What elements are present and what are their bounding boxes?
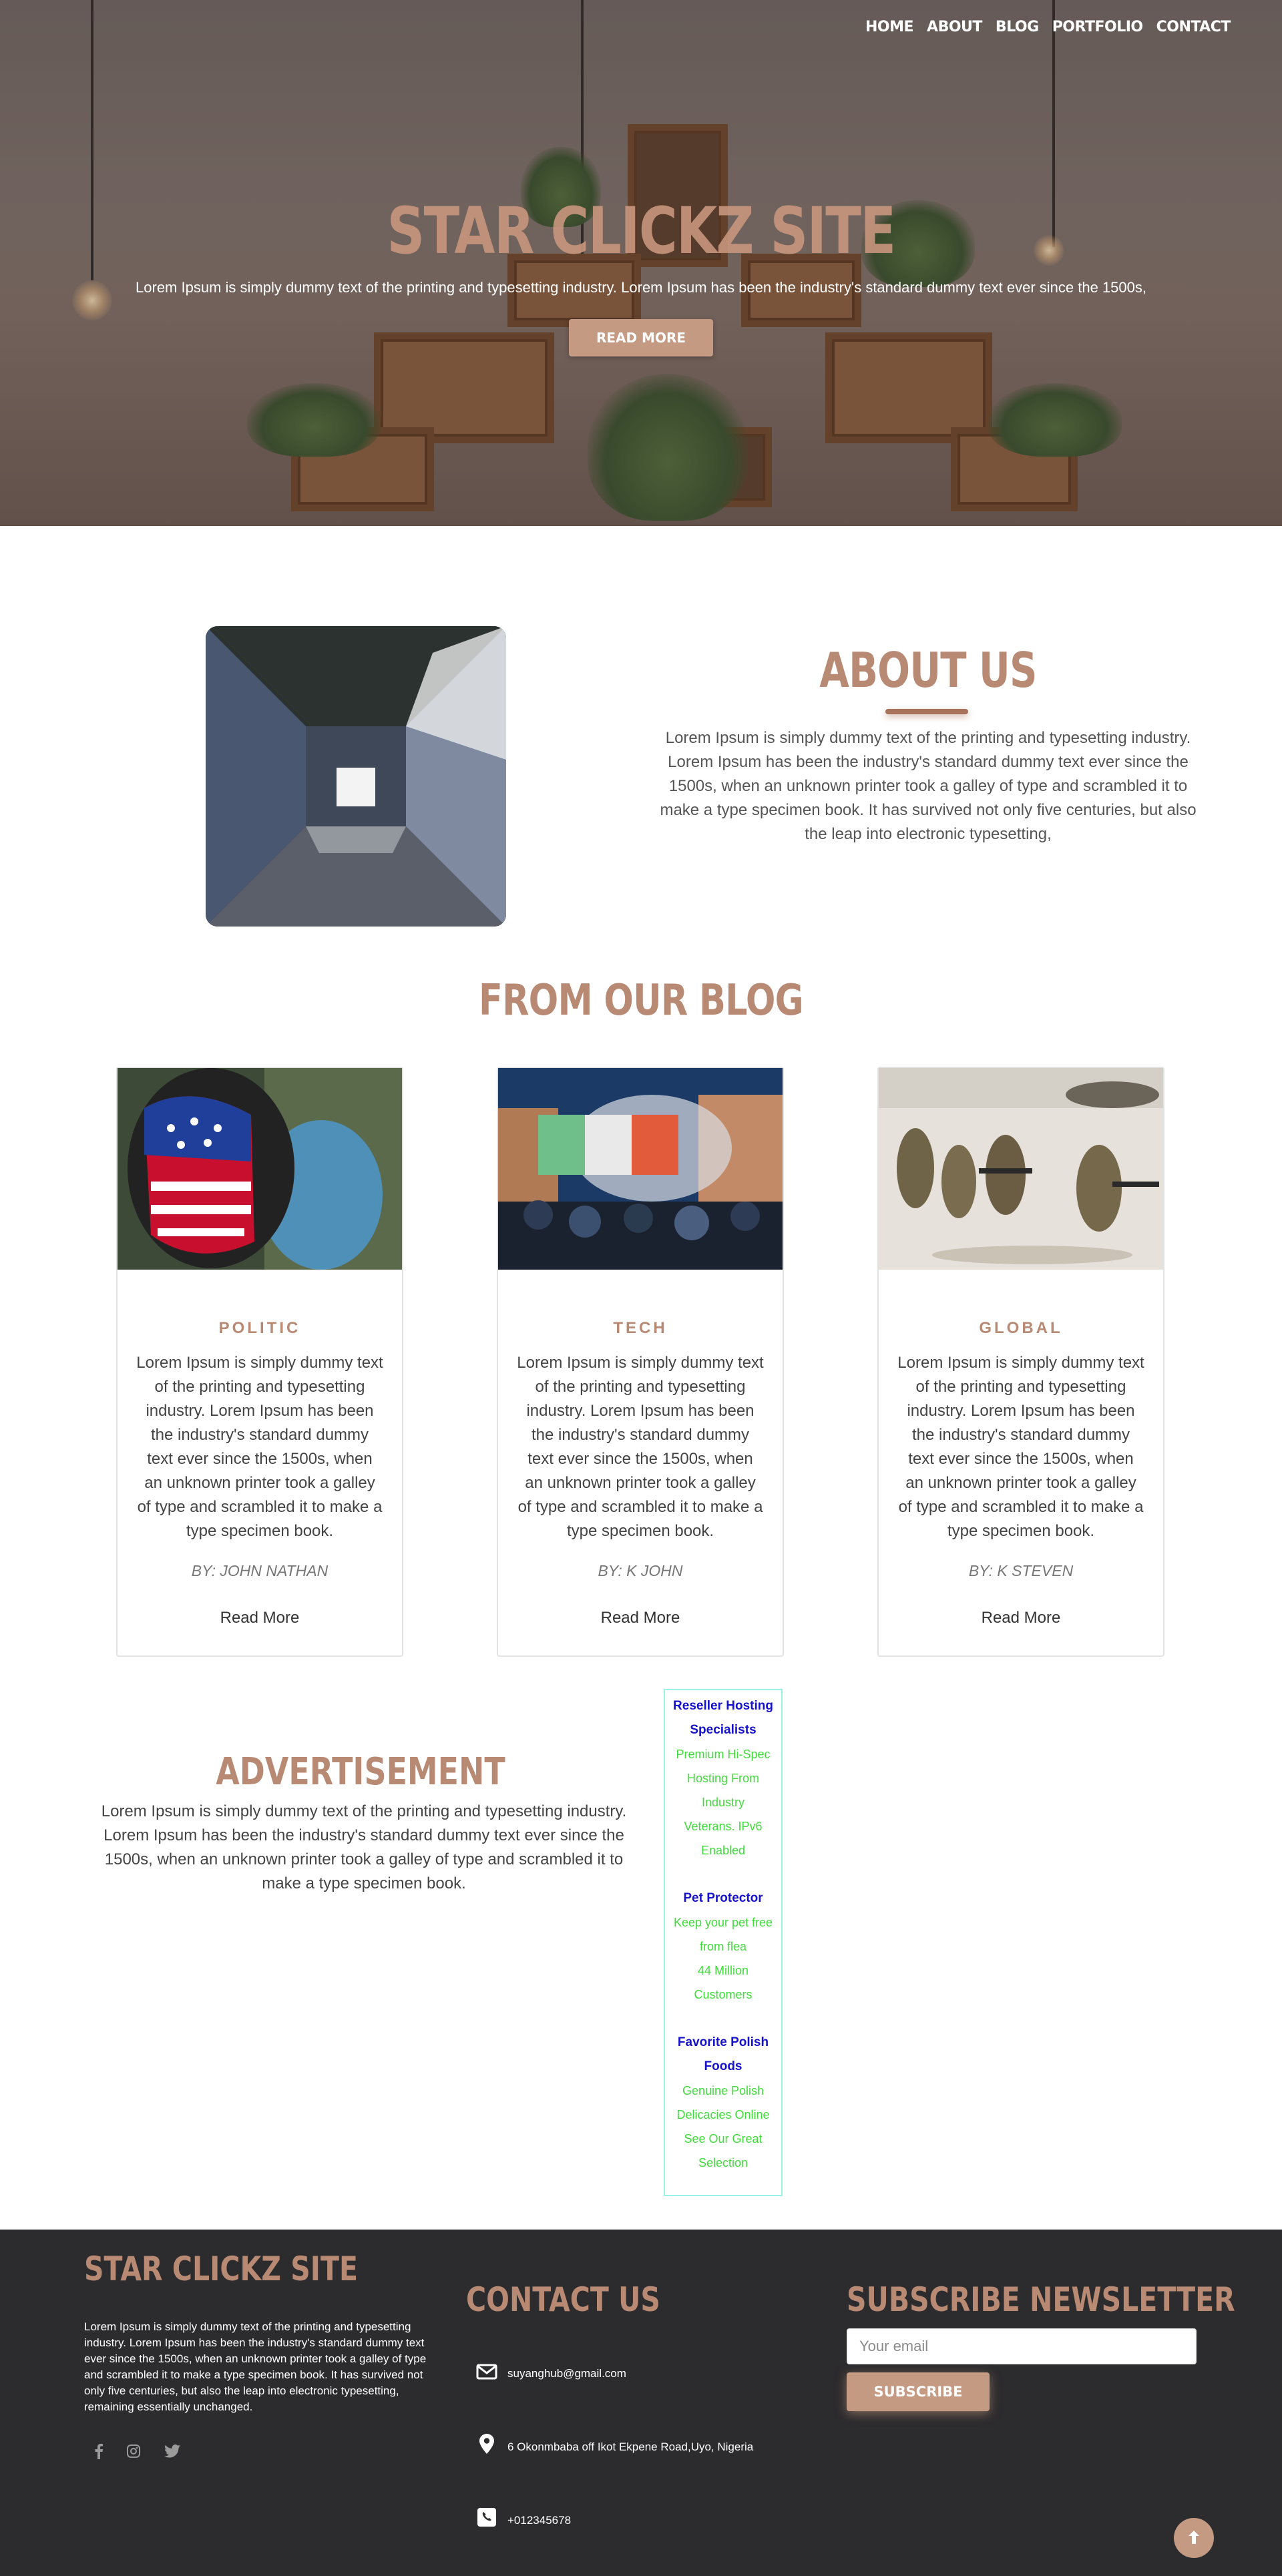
arrow-up-icon: [1187, 2529, 1201, 2547]
instagram-icon[interactable]: [124, 2442, 143, 2461]
ad-line: Veterans. IPv6: [684, 1820, 763, 1833]
footer-site-title: STAR CLICKZ SITE: [84, 2250, 358, 2288]
nav-contact[interactable]: CONTACT: [1156, 19, 1231, 35]
contact-phone: +012345678: [507, 2514, 572, 2527]
nav-home[interactable]: HOME: [865, 19, 914, 35]
blog-author: BY: K JOHN: [598, 1562, 683, 1579]
blog-category: POLITIC: [218, 1319, 301, 1337]
nav-portfolio[interactable]: PORTFOLIO: [1052, 19, 1143, 35]
ad-unit: Pet Protector Keep your pet free from fl…: [665, 1886, 781, 2007]
ad-link[interactable]: Favorite Polish: [665, 2031, 781, 2055]
ad-line: Keep your pet free: [673, 1916, 773, 1929]
blog-image-politic: [118, 1068, 402, 1270]
read-more-link[interactable]: Read More: [118, 1609, 402, 1627]
ad-line: 44 Million: [697, 1964, 749, 1977]
contact-email: suyanghub@gmail.com: [507, 2367, 626, 2380]
ad-link[interactable]: Pet Protector: [665, 1886, 781, 1910]
about-image: [206, 626, 506, 927]
footer-about-text: Lorem Ipsum is simply dummy text of the …: [84, 2320, 427, 2413]
phone-icon: [475, 2506, 498, 2529]
blog-category: GLOBAL: [979, 1319, 1063, 1337]
blog-excerpt: Lorem Ipsum is simply dummy text of the …: [897, 1354, 1144, 1540]
ad-link[interactable]: Specialists: [665, 1718, 781, 1742]
blog-author: BY: K STEVEN: [968, 1562, 1074, 1579]
nav-about[interactable]: ABOUT: [927, 19, 982, 35]
about-text: Lorem Ipsum is simply dummy text of the …: [660, 729, 1197, 843]
scroll-to-top-button[interactable]: [1174, 2518, 1214, 2558]
hero-subtitle: Lorem Ipsum is simply dummy text of the …: [136, 279, 1146, 296]
ad-line: Selection: [698, 2156, 749, 2169]
blog-image-tech: [498, 1068, 783, 1270]
twitter-icon[interactable]: [163, 2442, 182, 2461]
ad-line: from flea: [699, 1940, 747, 1953]
newsletter-title: SUBSCRIBE NEWSLETTER: [847, 2280, 1235, 2319]
blog-excerpt: Lorem Ipsum is simply dummy text of the …: [136, 1354, 383, 1540]
ad-line: Delicacies Online: [676, 2108, 770, 2121]
contact-title: CONTACT US: [466, 2280, 660, 2319]
about-underline: [885, 709, 968, 714]
ad-unit: Reseller Hosting Specialists Premium Hi-…: [665, 1694, 781, 1862]
location-pin-icon: [475, 2432, 498, 2455]
read-more-link[interactable]: Read More: [498, 1609, 783, 1627]
newsletter-email-input[interactable]: [847, 2328, 1197, 2364]
ad-line: Customers: [694, 1988, 753, 2001]
about-title: ABOUT US: [819, 642, 1037, 698]
read-more-link[interactable]: Read More: [879, 1609, 1163, 1627]
ad-banner: Reseller Hosting Specialists Premium Hi-…: [664, 1689, 783, 2196]
nav-blog[interactable]: BLOG: [996, 19, 1039, 35]
ad-line: See Our Great: [684, 2132, 763, 2145]
read-more-button[interactable]: READ MORE: [569, 319, 713, 356]
contact-address: 6 Okonmbaba off Ikot Ekpene Road,Uyo, Ni…: [507, 2440, 754, 2453]
ad-link[interactable]: Foods: [665, 2055, 781, 2079]
ad-unit: Favorite Polish Foods Genuine Polish Del…: [665, 2031, 781, 2175]
ad-line: Hosting From: [686, 1772, 760, 1785]
blog-card: TECH Lorem Ipsum is simply dummy text of…: [497, 1067, 784, 1657]
ad-line: Industry: [701, 1796, 745, 1809]
ad-link[interactable]: Reseller Hosting: [665, 1694, 781, 1718]
main-nav: HOME ABOUT BLOG PORTFOLIO CONTACT: [865, 19, 1231, 35]
subscribe-button[interactable]: SUBSCRIBE: [847, 2372, 990, 2411]
envelope-icon: [475, 2360, 498, 2383]
footer: STAR CLICKZ SITE Lorem Ipsum is simply d…: [0, 2230, 1282, 2576]
blog-card: POLITIC Lorem Ipsum is simply dummy text…: [116, 1067, 403, 1657]
blog-card: GLOBAL Lorem Ipsum is simply dummy text …: [877, 1067, 1164, 1657]
ad-line: Premium Hi-Spec: [676, 1748, 771, 1761]
blog-category: TECH: [613, 1319, 668, 1337]
hero-section: HOME ABOUT BLOG PORTFOLIO CONTACT STAR C…: [0, 0, 1282, 526]
ad-line: Genuine Polish: [682, 2084, 765, 2097]
blog-author: BY: JOHN NATHAN: [191, 1562, 329, 1579]
blog-image-global: [879, 1068, 1163, 1270]
facebook-icon[interactable]: [89, 2442, 108, 2461]
ad-line: Enabled: [700, 1844, 746, 1857]
advertisement-title: ADVERTISEMENT: [216, 1750, 505, 1794]
blog-excerpt: Lorem Ipsum is simply dummy text of the …: [517, 1354, 764, 1540]
hero-title: STAR CLICKZ SITE: [387, 194, 897, 268]
blog-heading: FROM OUR BLOG: [479, 976, 804, 1025]
advertisement-text: Lorem Ipsum is simply dummy text of the …: [101, 1802, 627, 1892]
